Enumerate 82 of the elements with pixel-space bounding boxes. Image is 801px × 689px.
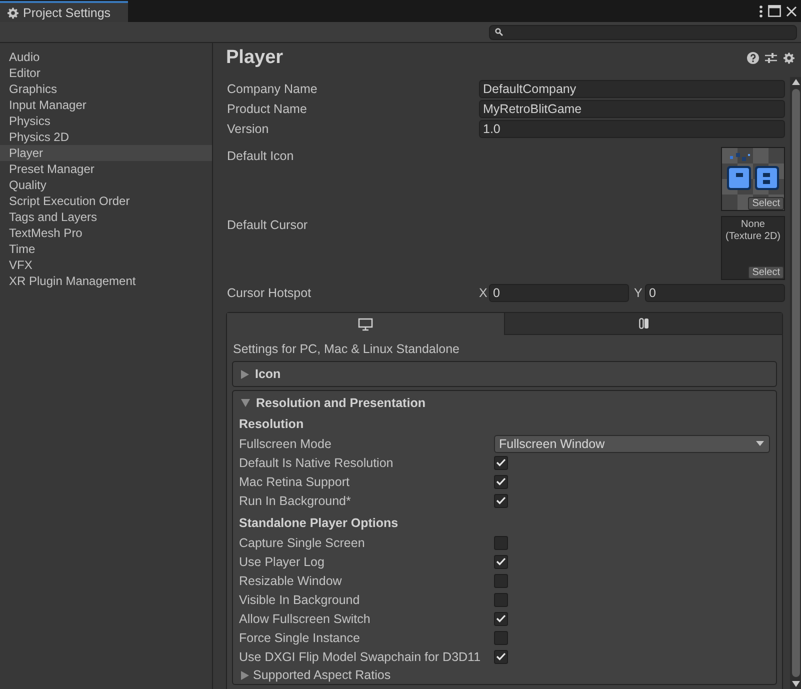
checkbox[interactable] (494, 630, 508, 644)
triangle-icon[interactable] (241, 370, 249, 378)
sidebar-item[interactable]: Script Execution Order (0, 193, 212, 209)
triangle-icon[interactable] (241, 670, 249, 680)
checkbox[interactable] (494, 592, 508, 606)
sidebar-item[interactable]: TextMesh Pro (0, 225, 212, 241)
group-heading: Standalone Player Options (239, 515, 400, 532)
scroll-up-icon[interactable] (792, 79, 800, 85)
group-heading: Resolution (239, 416, 305, 433)
dropdown[interactable]: Fullscreen Window (494, 434, 770, 452)
field-label: Company Name (227, 82, 318, 96)
scroll-down-icon[interactable] (792, 681, 800, 687)
checkbox[interactable] (494, 612, 508, 626)
sliders-icon[interactable] (765, 52, 777, 64)
field-label: Allow Fullscreen Switch (239, 612, 372, 626)
sidebar-item[interactable]: Quality (0, 177, 212, 193)
field-label: Default Is Native Resolution (239, 456, 394, 470)
sidebar-item[interactable]: Tags and Layers (0, 209, 212, 225)
maximize-icon[interactable] (768, 5, 781, 17)
help-icon[interactable] (747, 52, 759, 64)
foldout-title[interactable]: Resolution and Presentation (256, 396, 426, 410)
check-icon (496, 652, 506, 661)
settings-icon[interactable] (783, 52, 795, 64)
search-icon (495, 28, 503, 36)
sidebar-item[interactable]: VFX (0, 257, 212, 273)
checkbox[interactable] (494, 456, 508, 470)
field-label: Force Single Instance (239, 630, 361, 644)
field-label: Capture Single Screen (239, 536, 366, 550)
sidebar-item[interactable]: Time (0, 241, 212, 257)
check-icon (496, 614, 506, 623)
close-icon[interactable] (786, 6, 797, 16)
sidebar-item[interactable]: Physics (0, 113, 212, 129)
more-icon[interactable] (759, 4, 763, 18)
triangle-icon[interactable] (241, 399, 250, 407)
axis-label: Y (633, 286, 642, 300)
platform-caption: Settings for PC, Mac & Linux Standalone (232, 341, 461, 358)
checkbox[interactable] (494, 554, 508, 568)
sidebar-item[interactable]: Audio (0, 49, 212, 65)
monitor-icon (358, 318, 373, 330)
sidebar-item[interactable]: Player (0, 145, 212, 161)
text-field[interactable]: MyRetroBlitGame (479, 100, 785, 118)
caret-icon (756, 441, 764, 446)
checkbox[interactable] (494, 536, 508, 550)
checkbox[interactable] (494, 574, 508, 588)
sidebar-item[interactable]: Physics 2D (0, 129, 212, 145)
check-icon (496, 557, 506, 566)
text-field[interactable]: DefaultCompany (479, 80, 785, 98)
field-label: Use DXGI Flip Model Swapchain for D3D11 (239, 650, 482, 664)
field-label: Mac Retina Support (239, 474, 350, 488)
scrollbar[interactable] (790, 77, 801, 689)
checkbox[interactable] (494, 650, 508, 664)
field-label: Version (227, 122, 270, 136)
inspector-title: Player (226, 47, 284, 69)
foldout-title[interactable]: Supported Aspect Ratios (253, 668, 391, 682)
sidebar-item[interactable]: Editor (0, 65, 212, 81)
sidebar-item[interactable]: XR Plugin Management (0, 273, 212, 289)
text-field[interactable]: 1.0 (479, 120, 785, 138)
field-label: Resizable Window (239, 574, 343, 588)
gear-icon[interactable] (7, 6, 19, 18)
select-button[interactable]: Select (748, 266, 784, 279)
field-label: Default Cursor (227, 217, 309, 234)
field-label: Run In Background* (239, 494, 352, 508)
checkbox[interactable] (494, 494, 508, 508)
console-icon (638, 318, 648, 329)
axis-label: X (479, 286, 488, 300)
slot-text: None (Texture 2D) (724, 219, 782, 243)
field-label: Product Name (227, 102, 308, 116)
number-field[interactable]: 0 (489, 284, 629, 302)
field-label: Default Icon (227, 148, 295, 165)
checkbox[interactable] (494, 474, 508, 488)
field-label: Fullscreen Mode (239, 436, 332, 450)
window-tab[interactable]: Project Settings (0, 1, 128, 22)
sidebar-item[interactable]: Graphics (0, 81, 212, 97)
foldout-title[interactable]: Icon (255, 367, 281, 381)
search-field[interactable] (489, 24, 797, 40)
field-label: Cursor Hotspot (227, 286, 312, 300)
number-field[interactable]: 0 (645, 284, 785, 302)
field-label: Use Player Log (239, 554, 326, 568)
field-label: Visible In Background (239, 592, 361, 606)
sidebar-item[interactable]: Preset Manager (0, 161, 212, 177)
sidebar-item[interactable]: Input Manager (0, 97, 212, 113)
select-button[interactable]: Select (748, 197, 784, 210)
